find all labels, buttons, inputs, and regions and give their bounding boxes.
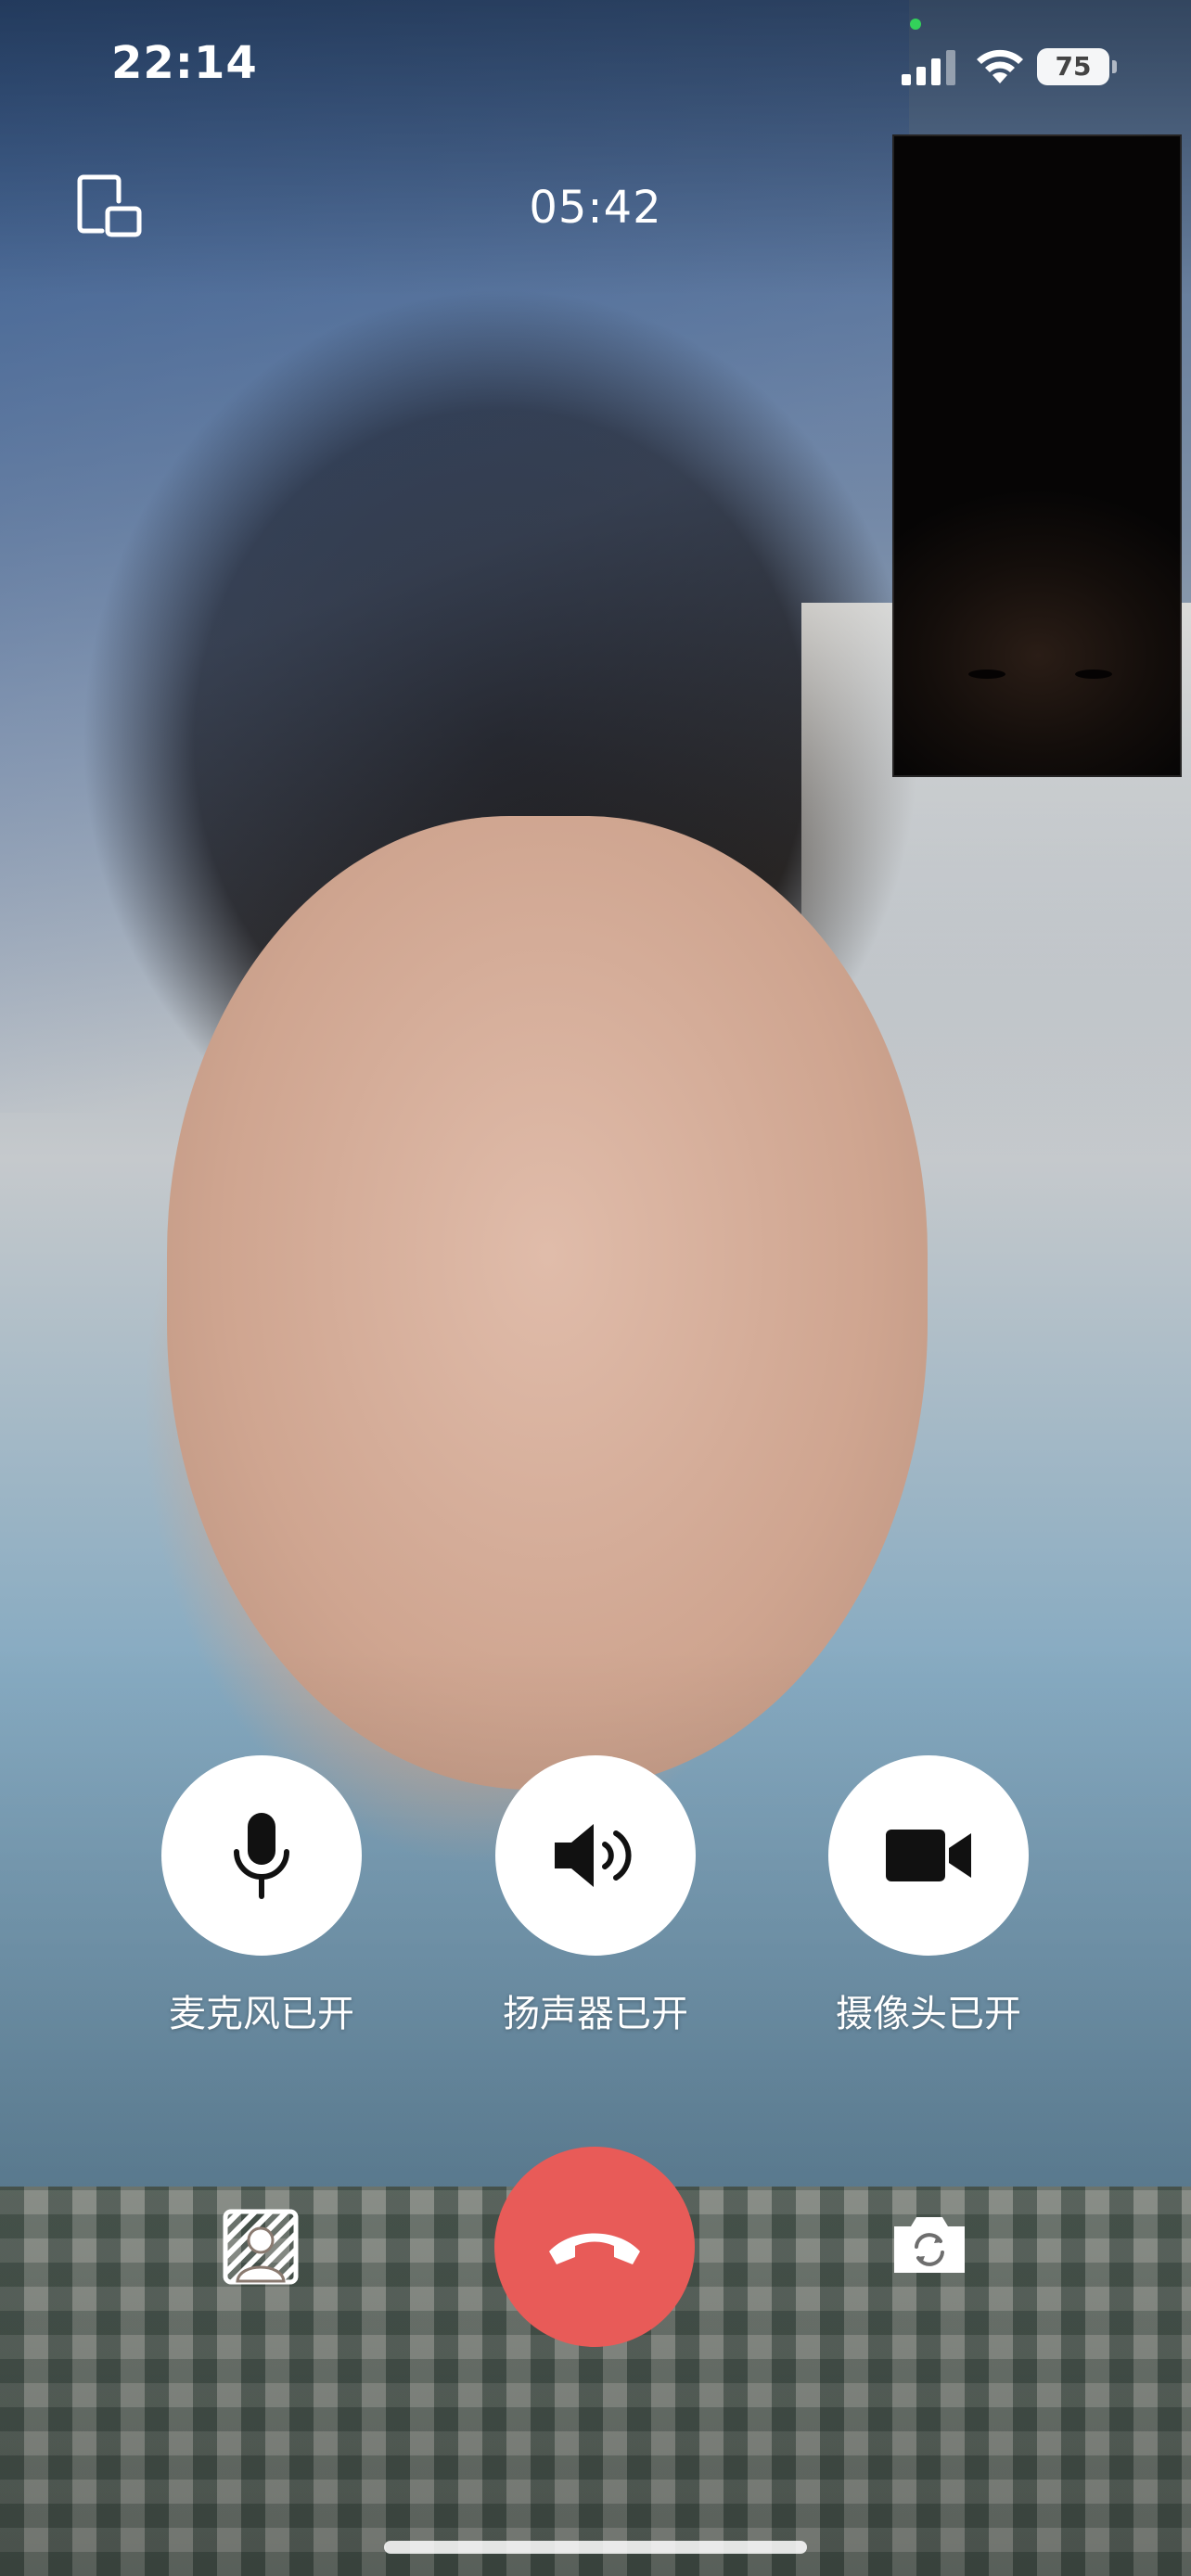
microphone-button[interactable] bbox=[161, 1755, 362, 1956]
bottom-action-row bbox=[0, 2147, 1191, 2347]
speaker-button[interactable] bbox=[495, 1755, 696, 1956]
speaker-icon bbox=[555, 1824, 632, 1887]
camera-button[interactable] bbox=[828, 1755, 1029, 1956]
preview-eye-right bbox=[1075, 670, 1112, 679]
switch-camera-icon bbox=[894, 2217, 965, 2273]
battery-indicator: 75 bbox=[1037, 48, 1117, 85]
background-blur-icon bbox=[223, 2209, 299, 2285]
battery-level: 75 bbox=[1037, 48, 1109, 85]
hang-up-button[interactable] bbox=[494, 2147, 695, 2347]
wifi-icon bbox=[977, 49, 1023, 83]
remote-person bbox=[167, 816, 928, 1790]
status-bar: 22:14 75 bbox=[0, 0, 1191, 130]
preview-eye-left bbox=[968, 670, 1005, 679]
speaker-label: 扬声器已开 bbox=[503, 1993, 688, 2035]
camera-toggle[interactable]: 摄像头已开 bbox=[827, 1755, 1030, 2037]
switch-camera-button[interactable] bbox=[890, 2212, 968, 2276]
status-time: 22:14 bbox=[111, 37, 258, 89]
camera-in-use-indicator bbox=[910, 19, 921, 30]
video-camera-icon bbox=[886, 1830, 971, 1881]
phone-hangup-icon bbox=[549, 2233, 640, 2264]
battery-cap bbox=[1112, 60, 1117, 73]
speaker-toggle[interactable]: 扬声器已开 bbox=[494, 1755, 697, 2037]
microphone-icon bbox=[234, 1813, 289, 1899]
home-indicator[interactable] bbox=[384, 2541, 807, 2554]
background-blur-button[interactable] bbox=[223, 2209, 299, 2285]
cellular-signal-icon bbox=[902, 50, 955, 85]
microphone-label: 麦克风已开 bbox=[169, 1993, 354, 2035]
local-video-preview[interactable] bbox=[892, 134, 1182, 777]
microphone-toggle[interactable]: 麦克风已开 bbox=[160, 1755, 363, 2037]
camera-label: 摄像头已开 bbox=[836, 1993, 1021, 2035]
